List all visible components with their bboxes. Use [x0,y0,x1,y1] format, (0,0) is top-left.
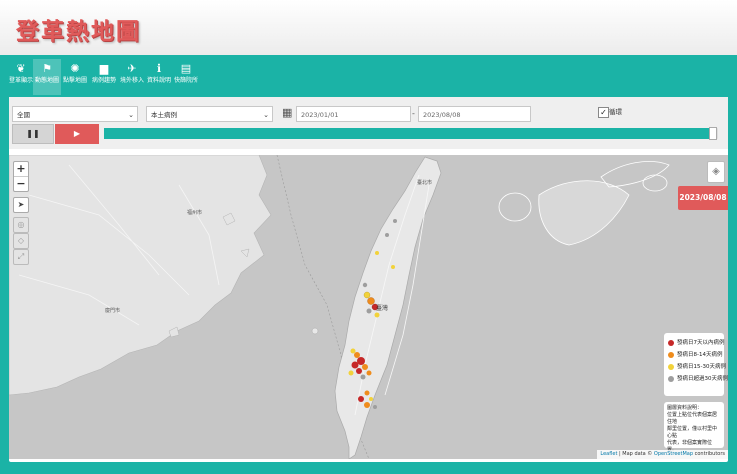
data-note: 圖層資料說明： 位置上點位代表個案居住地 鄰里位置，僅以村里中心點 代表，非個案… [664,402,724,453]
fullscreen-button[interactable]: ⤢ [13,249,29,265]
legend-item: 發病日8-14天病例 [668,349,723,361]
chevron-down-icon: ⌄ [263,111,269,119]
layers-button[interactable]: ◈ [707,161,725,183]
current-date-badge: 2023/08/08 [678,186,728,210]
virus-icon: ✺ [70,62,80,75]
info-icon: ℹ [156,62,162,75]
legend-label: 發病日7天以內病例 [677,340,725,346]
legend-swatch [668,363,674,370]
legend-item: 發病日15-30天病例 [668,361,726,373]
legend-label: 發病日超過30天病例 [677,376,728,382]
nav-item-point-map[interactable]: ✺ 點擊地圖 [61,59,89,95]
zoom-control: + − [13,161,29,192]
controls-bar: 全國 ⌄ 本土病例 ⌄ ▦ 2023/01/01 - 2023/08/08 ✓ … [9,97,728,149]
header-bar: 登革熱地圖 [0,0,737,56]
leaflet-link[interactable]: Leaflet [600,451,617,457]
legend: 發病日7天以內病例 發病日8-14天病例 發病日15-30天病例 發病日超過30… [664,333,728,396]
locate-button[interactable]: ➤ [13,197,29,213]
map-view[interactable]: 臺灣 臺北市 福州市 廈門市 + − ➤ ◎ ◇ ⤢ ◈ 2023/08/08 … [9,155,728,459]
region-select-value: 全國 [17,111,30,119]
attribution-text: | Map data © [617,451,654,457]
test-kit-icon: ▤ [180,62,192,75]
legend-label: 發病日8-14天病例 [677,352,723,358]
main-nav: ❦ 登革顯示 ⚑ 動態地圖 ✺ 點擊地圖 ▆ 病例趨勢 ✈ 境外移入 ℹ 資料說… [0,55,737,95]
calendar-icon[interactable]: ▦ [282,106,292,119]
note-line: 鄰里位置，僅以村里中心點 [667,426,718,439]
zoom-out-button[interactable]: − [14,177,28,191]
zoom-in-button[interactable]: + [14,162,28,177]
timeline-slider[interactable] [104,127,718,140]
play-button[interactable]: ▶ [55,124,99,144]
legend-label: 發病日15-30天病例 [677,364,726,370]
nav-item-label: 快篩院所 [173,77,198,84]
map-label-taipei: 臺北市 [417,180,433,186]
attribution-suffix: contributors [693,451,725,457]
region-select[interactable]: 全國 ⌄ [12,106,138,122]
loop-checkbox[interactable]: ✓ [598,107,609,118]
locate-icon: ➤ [17,200,25,209]
map-label-xiamen: 廈門市 [105,308,121,314]
end-date-input[interactable]: 2023/08/08 [418,106,531,122]
flag-icon: ⚑ [42,62,52,75]
map-label-fuzhou: 福州市 [187,210,203,216]
legend-swatch [668,351,674,358]
date-range-separator: - [412,109,415,118]
chevron-down-icon: ⌄ [128,111,134,119]
case-type-select-value: 本土病例 [151,111,177,119]
osm-link[interactable]: OpenStreetMap [654,451,693,457]
loop-checkbox-label: 循環 [609,108,622,116]
case-type-select[interactable]: 本土病例 ⌄ [146,106,273,122]
draw-button[interactable]: ◇ [13,233,29,249]
map-label-taiwan: 臺灣 [376,305,389,312]
layers-icon: ◈ [712,166,720,177]
note-line: 圖層資料說明： [667,405,703,411]
draw-icon: ◇ [17,236,25,245]
fullscreen-icon: ⤢ [17,252,25,261]
legend-swatch [668,339,674,346]
legend-item: 發病日超過30天病例 [668,373,728,385]
app-title[interactable]: 登革熱地圖 [16,12,141,46]
measure-button[interactable]: ◎ [13,217,29,233]
legend-swatch [668,375,674,382]
mosquito-icon: ❦ [16,62,26,75]
bar-chart-icon: ▆ [99,62,109,75]
note-line: 位置上點位代表個案居住地 [667,412,718,425]
timeline-fill [104,128,709,139]
map-panel: 全國 ⌄ 本土病例 ⌄ ▦ 2023/01/01 - 2023/08/08 ✓ … [9,97,728,462]
nav-item-rapid-test-clinics[interactable]: ▤ 快篩院所 [172,59,200,95]
legend-item: 發病日7天以內病例 [668,337,725,349]
ruler-icon: ◎ [17,220,25,229]
start-date-input[interactable]: 2023/01/01 [296,106,411,122]
timeline-handle[interactable] [708,127,717,140]
pause-button[interactable]: ❚❚ [12,124,54,144]
airplane-icon: ✈ [127,62,137,75]
map-attribution: Leaflet | Map data © OpenStreetMap contr… [597,450,728,459]
